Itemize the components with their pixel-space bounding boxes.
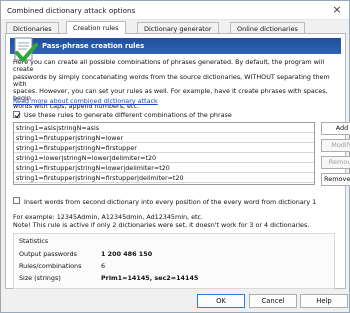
stat-label: Size (strings) <box>19 274 61 282</box>
checkmark-icon <box>14 112 21 119</box>
remove-all-button[interactable]: Remove all <box>321 173 350 186</box>
insert-example-text: For example: 12345Admin, A12345dmin, Ad1… <box>13 213 310 229</box>
title-bar: Combined dictionary attack options × <box>1 1 349 20</box>
section-title: Pass-phrase creation rules <box>42 42 145 50</box>
list-item[interactable]: string1=firstupper|stringN=firstupper <box>14 143 314 153</box>
modify-button[interactable]: Modify <box>321 139 350 152</box>
read-more-link[interactable]: Read more about combined dictionary atta… <box>13 97 158 105</box>
insert-words-label: Insert words from second dictionary into… <box>24 198 317 206</box>
document-check-icon <box>14 37 38 62</box>
help-button[interactable]: Help <box>300 294 348 308</box>
list-item[interactable]: string1=firstupper|stringN=firstupper|de… <box>14 173 314 183</box>
tab-creation-rules[interactable]: Creation rules <box>66 21 126 34</box>
creation-rules-panel: Pass-phrase creation rules Here you can … <box>5 33 350 289</box>
note-line: Note! This rule is active if only 2 dict… <box>13 220 310 229</box>
description-line: passwords by simply concatenating words … <box>13 72 330 88</box>
ok-button[interactable]: OK <box>197 294 245 308</box>
cancel-button[interactable]: Cancel <box>249 294 297 308</box>
list-item[interactable]: string1=lower|stringN=lower|delimiter=t2… <box>14 153 314 163</box>
add-button[interactable]: Add <box>321 122 350 135</box>
section-header: Pass-phrase creation rules <box>10 38 341 54</box>
stat-value: 1 200 486 150 <box>101 250 153 258</box>
list-item[interactable]: string1=firstupper|stringN=lower|delimit… <box>14 163 314 173</box>
insert-words-checkbox[interactable] <box>13 197 20 204</box>
close-icon[interactable]: × <box>331 4 343 16</box>
stat-label: Output passwords <box>19 250 77 258</box>
remove-button[interactable]: Remove <box>321 156 350 169</box>
rules-list[interactable]: string1=asis|stringN=asis string1=firstu… <box>13 122 315 185</box>
description-line: Here you can create all possible combina… <box>13 58 325 74</box>
dialog-window: Combined dictionary attack options × Dic… <box>0 0 350 313</box>
list-item[interactable]: string1=firstupper|stringN=lower <box>14 133 314 143</box>
window-title: Combined dictionary attack options <box>7 6 136 15</box>
stat-label: Rules/combinations <box>19 262 82 270</box>
statistics-title: Statistics <box>19 237 49 245</box>
use-rules-label: Use these rules to generate different co… <box>24 111 232 119</box>
list-item[interactable]: string1=asis|stringN=asis <box>14 123 314 133</box>
use-rules-checkbox[interactable] <box>13 111 21 119</box>
statistics-box: Statistics Output passwords 1 200 486 15… <box>13 233 335 289</box>
stat-value: 6 <box>101 262 106 270</box>
stat-value: Prim1=14145, sec2=14145 <box>101 274 199 282</box>
